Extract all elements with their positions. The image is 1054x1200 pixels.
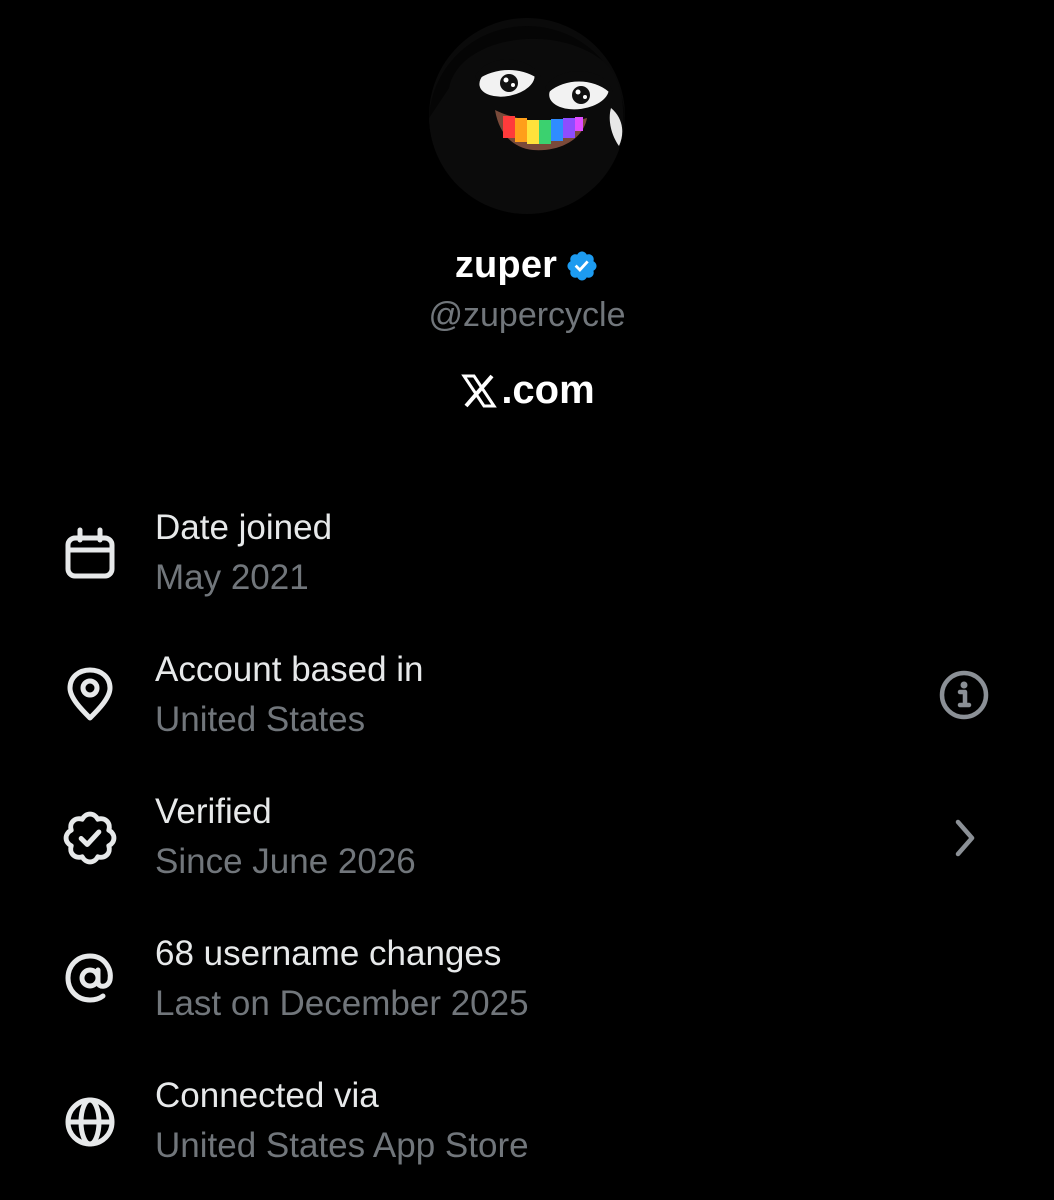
row-account-based-in: Account based in United States [0, 650, 1054, 760]
display-name-row: zuper [0, 244, 1054, 287]
row-verified[interactable]: Verified Since June 2026 [0, 792, 1054, 902]
row-title: Account based in [155, 650, 424, 689]
site-name: .com [501, 368, 595, 412]
x-logo-icon [459, 371, 499, 411]
chevron-right-icon[interactable] [934, 808, 994, 868]
row-connected-via: Connected via United States App Store [0, 1076, 1054, 1186]
row-subtitle: United States App Store [155, 1126, 529, 1165]
row-subtitle: United States [155, 700, 366, 739]
row-subtitle: May 2021 [155, 558, 309, 597]
row-subtitle: Last on December 2025 [155, 984, 529, 1023]
info-icon[interactable] [934, 665, 994, 725]
verified-badge-icon[interactable] [565, 249, 599, 283]
row-title: Connected via [155, 1076, 379, 1115]
calendar-icon [62, 526, 118, 582]
row-title: Date joined [155, 508, 333, 547]
row-username-changes: 68 username changes Last on December 202… [0, 934, 1054, 1044]
row-date-joined: Date joined May 2021 [0, 508, 1054, 618]
frog-avatar-icon [429, 18, 625, 214]
row-title: Verified [155, 792, 272, 831]
profile-handle: @zupercycle [428, 296, 626, 334]
at-sign-icon [62, 950, 118, 1006]
site-label: .com [0, 368, 1054, 413]
verified-badge-icon [62, 810, 118, 866]
globe-icon [62, 1094, 118, 1150]
location-pin-icon [62, 666, 118, 722]
avatar[interactable] [429, 18, 625, 214]
display-name: zuper [454, 244, 558, 286]
row-title: 68 username changes [155, 934, 502, 973]
row-subtitle: Since June 2026 [155, 842, 416, 881]
